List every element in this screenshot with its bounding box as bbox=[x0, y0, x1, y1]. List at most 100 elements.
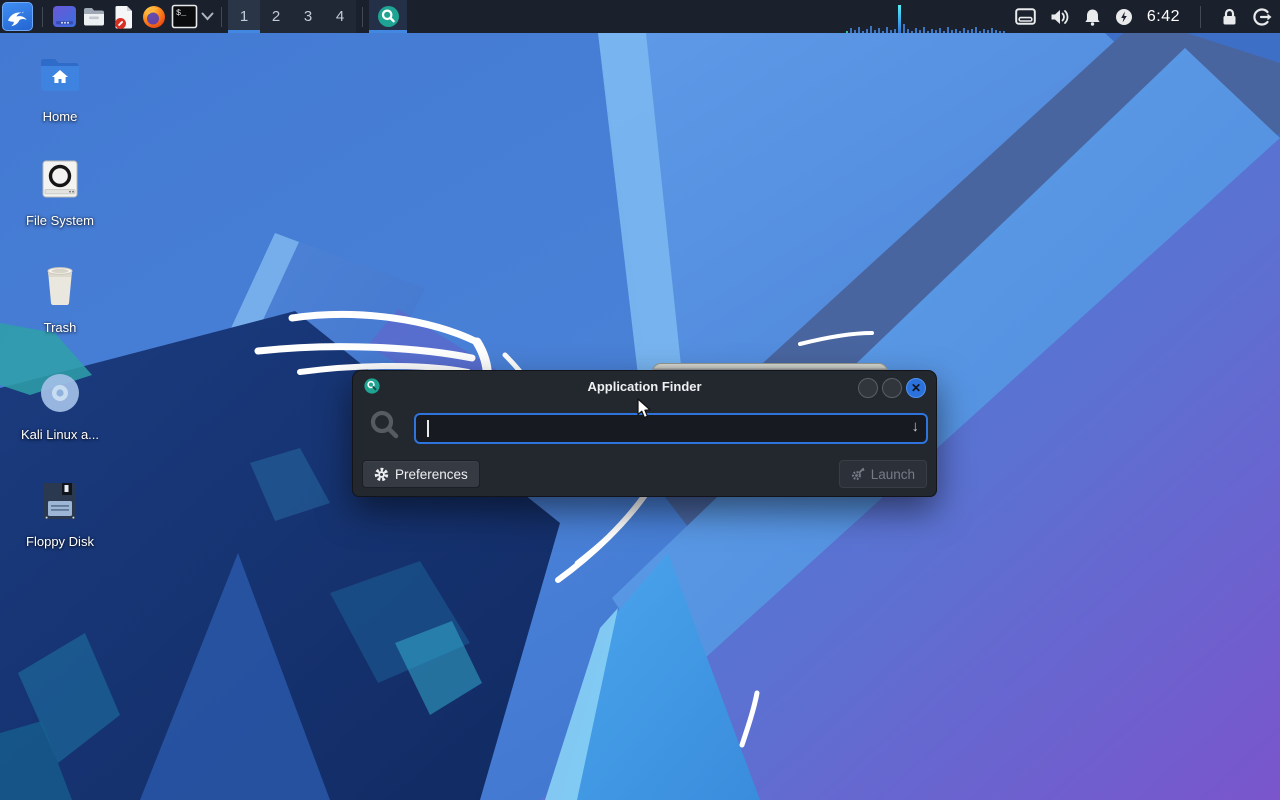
launcher-app-grid[interactable] bbox=[49, 1, 79, 32]
cpu-graph-bar bbox=[865, 29, 868, 33]
notifications-bell-icon[interactable] bbox=[1084, 8, 1101, 26]
cpu-graph-bar bbox=[942, 31, 945, 33]
workspace-label: 1 bbox=[239, 8, 249, 25]
cpu-graph-bar bbox=[970, 29, 973, 33]
desktop-icon-home[interactable]: Home bbox=[12, 54, 108, 124]
maximize-button[interactable] bbox=[882, 378, 902, 398]
cpu-graph-bar bbox=[994, 30, 997, 33]
hard-drive-icon bbox=[12, 158, 108, 200]
workspace-button-2[interactable]: 2 bbox=[260, 0, 292, 33]
desktop-icon-label: Floppy Disk bbox=[26, 534, 94, 549]
desktop-icon-label: Home bbox=[42, 109, 78, 124]
display-icon[interactable] bbox=[1015, 8, 1036, 25]
cpu-graph-bar bbox=[881, 31, 884, 33]
cpu-graph-bar bbox=[938, 28, 941, 33]
cpu-graph-bar bbox=[845, 31, 848, 33]
cpu-graph-bar bbox=[906, 29, 909, 33]
terminal-glyph: $_ bbox=[176, 8, 187, 18]
floppy-disk-icon bbox=[12, 479, 108, 521]
launch-label: Launch bbox=[870, 466, 915, 482]
cpu-usage-graph[interactable] bbox=[845, 0, 1005, 33]
cpu-graph-bar bbox=[897, 5, 901, 33]
workspace-label: 3 bbox=[303, 8, 313, 25]
cpu-graph-bar bbox=[1002, 31, 1005, 33]
gear-icon bbox=[374, 467, 389, 481]
volume-icon[interactable] bbox=[1050, 8, 1070, 26]
panel-separator bbox=[362, 6, 363, 27]
cpu-graph-bar bbox=[974, 27, 977, 33]
cpu-graph-bar bbox=[966, 30, 969, 33]
search-icon bbox=[369, 409, 400, 448]
optical-disc-icon bbox=[12, 372, 108, 414]
cpu-graph-bar bbox=[958, 31, 961, 33]
applications-menu-button[interactable] bbox=[2, 2, 33, 31]
clock[interactable]: 6:42 bbox=[1147, 8, 1180, 26]
cpu-graph-bar bbox=[849, 28, 852, 33]
cpu-graph-bar bbox=[922, 27, 925, 33]
home-folder-icon bbox=[12, 54, 108, 96]
desktop-icon-file-system[interactable]: File System bbox=[12, 158, 108, 228]
kali-logo-icon bbox=[7, 11, 27, 27]
desktop-icon-trash[interactable]: Trash bbox=[12, 265, 108, 335]
power-manager-icon[interactable] bbox=[1115, 8, 1133, 26]
launcher-text-editor[interactable] bbox=[109, 1, 139, 32]
mouse-cursor bbox=[637, 398, 651, 419]
dropdown-arrow-icon[interactable]: ↓ bbox=[912, 418, 920, 435]
terminal-dropdown-chevron[interactable] bbox=[199, 12, 215, 21]
cpu-graph-bar bbox=[998, 31, 1001, 33]
cpu-graph-bar bbox=[861, 31, 864, 33]
folder-icon bbox=[84, 7, 104, 25]
desktop-icon-kali-cd[interactable]: Kali Linux a... bbox=[12, 372, 108, 442]
preferences-button[interactable]: Preferences bbox=[362, 460, 480, 488]
trash-bin-icon bbox=[12, 265, 108, 307]
logout-icon[interactable] bbox=[1252, 7, 1272, 26]
launch-button[interactable]: Launch bbox=[838, 460, 927, 488]
launcher-file-manager[interactable] bbox=[79, 1, 109, 32]
close-button[interactable]: ✕ bbox=[906, 378, 926, 398]
top-panel: $_ 1 2 3 4 6:42 bbox=[0, 0, 1280, 33]
app-grid-icon bbox=[52, 6, 76, 27]
cpu-graph-bar bbox=[986, 30, 989, 33]
cpu-graph-bar bbox=[978, 31, 981, 33]
panel-separator bbox=[1200, 5, 1201, 28]
cpu-graph-bar bbox=[877, 28, 880, 33]
workspace-button-4[interactable]: 4 bbox=[324, 0, 356, 33]
panel-separator bbox=[42, 6, 43, 27]
cpu-graph-bar bbox=[918, 30, 921, 33]
cpu-graph-bar bbox=[889, 30, 892, 33]
cpu-graph-bar bbox=[857, 27, 860, 33]
application-finder-icon bbox=[377, 6, 399, 27]
application-finder-window: Application Finder ✕ ↓ Preferences Launc… bbox=[352, 370, 937, 497]
lock-icon[interactable] bbox=[1221, 8, 1238, 26]
cpu-graph-bar bbox=[990, 28, 993, 33]
cpu-graph-bar bbox=[930, 29, 933, 33]
cpu-graph-bar bbox=[885, 27, 888, 33]
search-input[interactable] bbox=[414, 413, 928, 444]
minimize-button[interactable] bbox=[858, 378, 878, 398]
preferences-label: Preferences bbox=[395, 466, 468, 482]
firefox-icon bbox=[143, 5, 165, 28]
taskbar-application-finder[interactable] bbox=[369, 0, 407, 33]
cpu-graph-bar bbox=[946, 27, 949, 33]
workspace-label: 4 bbox=[335, 8, 345, 25]
terminal-icon: $_ bbox=[171, 4, 197, 29]
launcher-firefox[interactable] bbox=[139, 1, 169, 32]
workspace-label: 2 bbox=[271, 8, 281, 25]
launcher-terminal[interactable]: $_ bbox=[169, 1, 199, 32]
text-caret bbox=[427, 420, 429, 437]
desktop-icon-floppy[interactable]: Floppy Disk bbox=[12, 479, 108, 549]
cpu-graph-bar bbox=[934, 30, 937, 33]
cpu-graph-bar bbox=[853, 30, 856, 33]
workspace-button-1[interactable]: 1 bbox=[228, 0, 260, 33]
cpu-graph-bar bbox=[914, 28, 917, 33]
desktop-icon-label: Kali Linux a... bbox=[20, 427, 100, 442]
document-edit-icon bbox=[115, 5, 132, 29]
workspace-button-3[interactable]: 3 bbox=[292, 0, 324, 33]
desktop-icon-label: Trash bbox=[43, 320, 77, 335]
titlebar[interactable]: Application Finder ✕ bbox=[353, 371, 936, 401]
panel-separator bbox=[221, 6, 222, 27]
cpu-graph-bar bbox=[902, 24, 905, 33]
cpu-graph-bar bbox=[893, 29, 896, 33]
cpu-graph-bar bbox=[910, 31, 913, 33]
launch-icon bbox=[851, 467, 865, 481]
